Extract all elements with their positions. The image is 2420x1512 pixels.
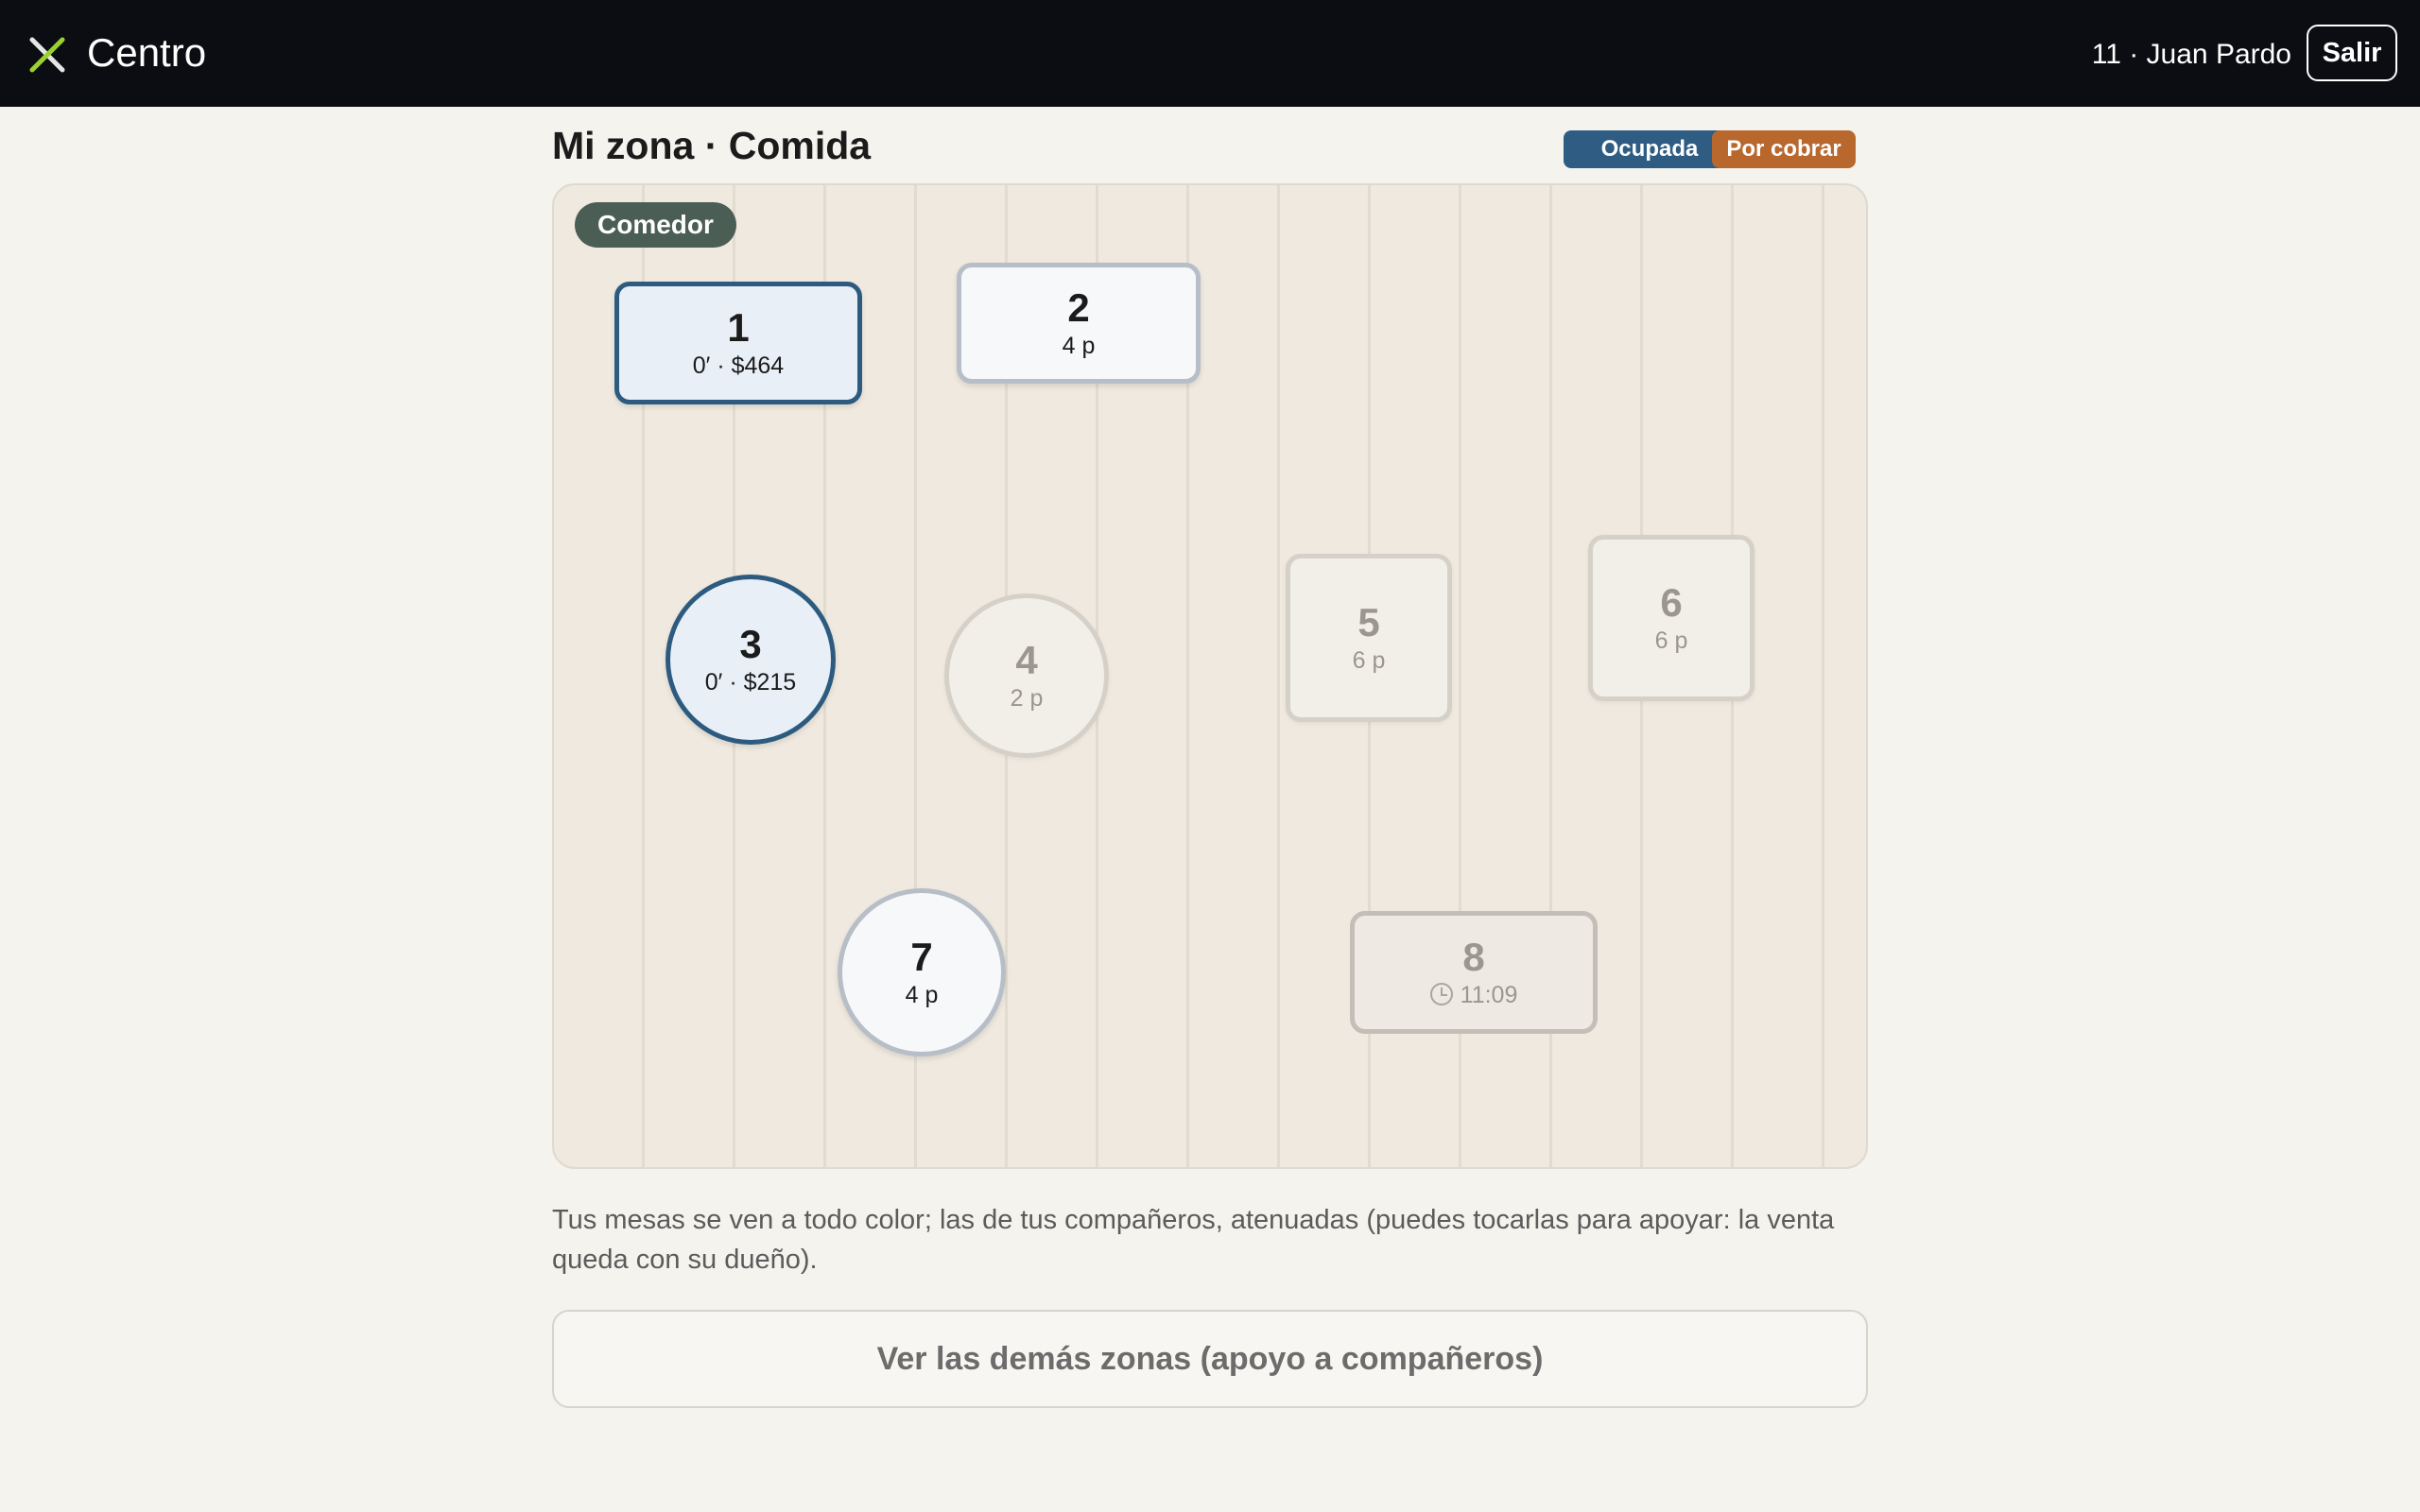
table-2[interactable]: 2 4 p: [957, 263, 1201, 384]
legend-badge-pending-payment: Por cobrar: [1712, 130, 1856, 168]
page-title: Mi zona · Comida: [552, 124, 872, 167]
table-5[interactable]: 5 6 p: [1286, 554, 1452, 722]
top-bar: Centro 11 · Juan Pardo Salir: [0, 0, 2420, 107]
zone-label: Comedor: [575, 202, 736, 248]
help-text: Tus mesas se ven a todo color; las de tu…: [552, 1205, 1835, 1275]
table-8[interactable]: 8 11:09: [1350, 911, 1598, 1034]
clock-icon: [1429, 983, 1453, 1005]
other-zones-button[interactable]: Ver las demás zonas (apoyo a compañeros): [552, 1310, 1868, 1408]
logo-icon: [29, 37, 65, 73]
logout-button[interactable]: Salir: [2307, 25, 2397, 81]
table-detail: 2 p: [1010, 685, 1044, 712]
reservation-time: 11:09: [1460, 982, 1518, 1008]
table-number: 6: [1660, 580, 1683, 625]
table-detail: 4 p: [905, 982, 939, 1008]
table-4[interactable]: 4 2 p: [944, 593, 1109, 758]
table-3[interactable]: 3 0′ · $215: [666, 575, 836, 745]
floor-plan: Comedor 1 0′ · $464 2 4 p 3 0′ · $215 4 …: [552, 183, 1868, 1169]
table-number: 3: [739, 622, 762, 666]
table-number: 2: [1067, 285, 1090, 330]
table-6[interactable]: 6 6 p: [1588, 535, 1754, 701]
legend-badge-occupied: Ocupada: [1564, 130, 1736, 168]
table-number: 1: [727, 305, 750, 350]
table-detail: 0′ · $215: [704, 669, 797, 696]
table-1[interactable]: 1 0′ · $464: [614, 282, 862, 404]
table-detail: 0′ · $464: [692, 352, 785, 379]
table-number: 4: [1015, 638, 1038, 682]
brand-name: Centro: [87, 30, 207, 75]
table-detail: 6 p: [1352, 647, 1386, 674]
table-number: 5: [1357, 600, 1380, 644]
table-reservation-time: 11:09: [1429, 981, 1518, 1009]
table-number: 7: [910, 935, 933, 979]
table-7[interactable]: 7 4 p: [838, 888, 1006, 1057]
table-number: 8: [1462, 935, 1485, 979]
user-label: 11 · Juan Pardo: [2091, 39, 2291, 70]
table-detail: 4 p: [1062, 333, 1096, 359]
table-detail: 6 p: [1654, 627, 1688, 654]
